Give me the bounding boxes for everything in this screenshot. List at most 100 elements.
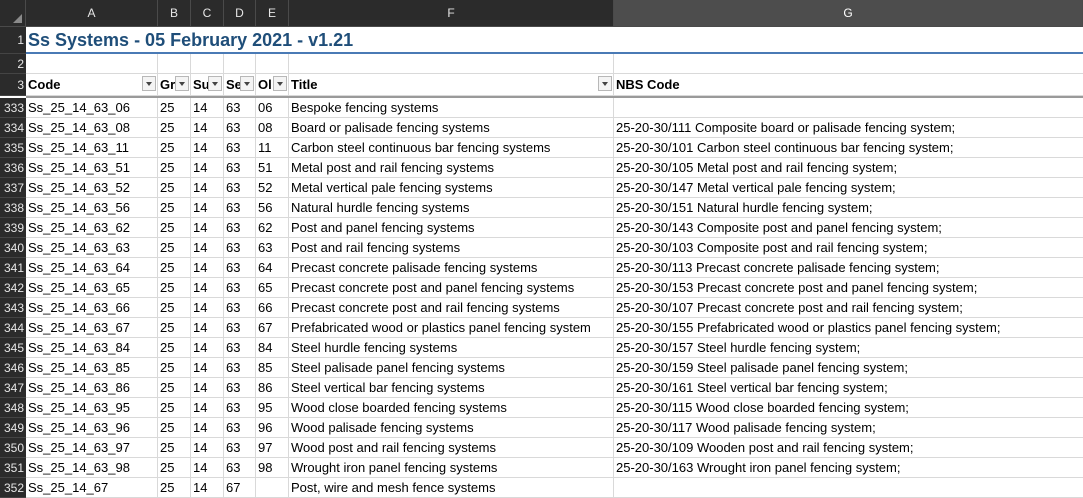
- row-header-3[interactable]: 3: [0, 74, 26, 96]
- cell-nbs-code[interactable]: 25-20-30/153 Precast concrete post and p…: [614, 278, 1083, 298]
- cell-title[interactable]: Metal post and rail fencing systems: [289, 158, 614, 178]
- cell-object[interactable]: 06: [256, 98, 289, 118]
- cell-section[interactable]: 63: [224, 218, 256, 238]
- column-header-f[interactable]: F: [289, 0, 614, 27]
- cell-title[interactable]: Post and rail fencing systems: [289, 238, 614, 258]
- cell-section[interactable]: 63: [224, 358, 256, 378]
- cell-title[interactable]: Wood post and rail fencing systems: [289, 438, 614, 458]
- cell-code[interactable]: Ss_25_14_63_98: [26, 458, 158, 478]
- cell-section[interactable]: 63: [224, 318, 256, 338]
- cell-object[interactable]: 52: [256, 178, 289, 198]
- cell-section[interactable]: 63: [224, 158, 256, 178]
- cell-object[interactable]: 95: [256, 398, 289, 418]
- cell-object[interactable]: 64: [256, 258, 289, 278]
- cell-object[interactable]: 62: [256, 218, 289, 238]
- cell-code[interactable]: Ss_25_14_63_97: [26, 438, 158, 458]
- cell-subgroup[interactable]: 14: [191, 158, 224, 178]
- cell-subgroup[interactable]: 14: [191, 378, 224, 398]
- header-title[interactable]: Title: [289, 74, 614, 96]
- cell-subgroup[interactable]: 14: [191, 458, 224, 478]
- cell-code[interactable]: Ss_25_14_63_52: [26, 178, 158, 198]
- cell-object[interactable]: 96: [256, 418, 289, 438]
- cell-nbs-code[interactable]: 25-20-30/155 Prefabricated wood or plast…: [614, 318, 1083, 338]
- header-subgroup[interactable]: Su: [191, 74, 224, 96]
- cell-subgroup[interactable]: 14: [191, 338, 224, 358]
- column-header-b[interactable]: B: [158, 0, 191, 27]
- row-header[interactable]: 351: [0, 458, 26, 478]
- cell-title[interactable]: Carbon steel continuous bar fencing syst…: [289, 138, 614, 158]
- cell-subgroup[interactable]: 14: [191, 118, 224, 138]
- cell-nbs-code[interactable]: 25-20-30/157 Steel hurdle fencing system…: [614, 338, 1083, 358]
- cell-group[interactable]: 25: [158, 378, 191, 398]
- cell-object[interactable]: [256, 478, 289, 498]
- cell-b2[interactable]: [158, 54, 191, 74]
- filter-dropdown-icon[interactable]: [273, 76, 287, 91]
- cell-nbs-code[interactable]: [614, 98, 1083, 118]
- cell-subgroup[interactable]: 14: [191, 178, 224, 198]
- cell-subgroup[interactable]: 14: [191, 238, 224, 258]
- cell-group[interactable]: 25: [158, 338, 191, 358]
- cell-d2[interactable]: [224, 54, 256, 74]
- cell-subgroup[interactable]: 14: [191, 98, 224, 118]
- row-header-1[interactable]: 1: [0, 27, 26, 54]
- cell-object[interactable]: 84: [256, 338, 289, 358]
- cell-title[interactable]: Wood palisade fencing systems: [289, 418, 614, 438]
- cell-code[interactable]: Ss_25_14_63_56: [26, 198, 158, 218]
- sheet-title[interactable]: Ss Systems - 05 February 2021 - v1.21: [26, 27, 614, 54]
- cell-nbs-code[interactable]: [614, 478, 1083, 498]
- cell-nbs-code[interactable]: 25-20-30/159 Steel palisade panel fencin…: [614, 358, 1083, 378]
- cell-section[interactable]: 63: [224, 138, 256, 158]
- cell-nbs-code[interactable]: 25-20-30/101 Carbon steel continuous bar…: [614, 138, 1083, 158]
- cell-group[interactable]: 25: [158, 138, 191, 158]
- cell-title[interactable]: Post, wire and mesh fence systems: [289, 478, 614, 498]
- cell-title[interactable]: Precast concrete post and panel fencing …: [289, 278, 614, 298]
- row-header[interactable]: 342: [0, 278, 26, 298]
- cell-section[interactable]: 63: [224, 338, 256, 358]
- row-header[interactable]: 338: [0, 198, 26, 218]
- cell-group[interactable]: 25: [158, 98, 191, 118]
- cell-group[interactable]: 25: [158, 258, 191, 278]
- cell-subgroup[interactable]: 14: [191, 278, 224, 298]
- cell-section[interactable]: 63: [224, 178, 256, 198]
- row-header[interactable]: 344: [0, 318, 26, 338]
- cell-title[interactable]: Prefabricated wood or plastics panel fen…: [289, 318, 614, 338]
- cell-nbs-code[interactable]: 25-20-30/109 Wooden post and rail fencin…: [614, 438, 1083, 458]
- row-header[interactable]: 346: [0, 358, 26, 378]
- row-header[interactable]: 341: [0, 258, 26, 278]
- cell-code[interactable]: Ss_25_14_67: [26, 478, 158, 498]
- cell-c2[interactable]: [191, 54, 224, 74]
- cell-section[interactable]: 63: [224, 418, 256, 438]
- header-nbs-code[interactable]: NBS Code: [614, 74, 1083, 96]
- cell-object[interactable]: 97: [256, 438, 289, 458]
- cell-section[interactable]: 63: [224, 398, 256, 418]
- cell-subgroup[interactable]: 14: [191, 478, 224, 498]
- cell-group[interactable]: 25: [158, 218, 191, 238]
- cell-object[interactable]: 67: [256, 318, 289, 338]
- cell-group[interactable]: 25: [158, 478, 191, 498]
- row-header[interactable]: 334: [0, 118, 26, 138]
- cell-nbs-code[interactable]: 25-20-30/113 Precast concrete palisade f…: [614, 258, 1083, 278]
- cell-subgroup[interactable]: 14: [191, 418, 224, 438]
- cell-g2[interactable]: [614, 54, 1083, 74]
- cell-code[interactable]: Ss_25_14_63_95: [26, 398, 158, 418]
- cell-title[interactable]: Board or palisade fencing systems: [289, 118, 614, 138]
- cell-group[interactable]: 25: [158, 458, 191, 478]
- cell-section[interactable]: 63: [224, 278, 256, 298]
- row-header[interactable]: 335: [0, 138, 26, 158]
- cell-object[interactable]: 86: [256, 378, 289, 398]
- cell-code[interactable]: Ss_25_14_63_51: [26, 158, 158, 178]
- row-header[interactable]: 339: [0, 218, 26, 238]
- cell-code[interactable]: Ss_25_14_63_96: [26, 418, 158, 438]
- cell-code[interactable]: Ss_25_14_63_11: [26, 138, 158, 158]
- cell-code[interactable]: Ss_25_14_63_84: [26, 338, 158, 358]
- cell-code[interactable]: Ss_25_14_63_63: [26, 238, 158, 258]
- cell-nbs-code[interactable]: 25-20-30/103 Composite post and rail fen…: [614, 238, 1083, 258]
- cell-subgroup[interactable]: 14: [191, 138, 224, 158]
- cell-object[interactable]: 98: [256, 458, 289, 478]
- cell-title[interactable]: Precast concrete palisade fencing system…: [289, 258, 614, 278]
- cell-object[interactable]: 63: [256, 238, 289, 258]
- cell-subgroup[interactable]: 14: [191, 318, 224, 338]
- cell-group[interactable]: 25: [158, 438, 191, 458]
- header-object[interactable]: Ol: [256, 74, 289, 96]
- cell-title[interactable]: Precast concrete post and rail fencing s…: [289, 298, 614, 318]
